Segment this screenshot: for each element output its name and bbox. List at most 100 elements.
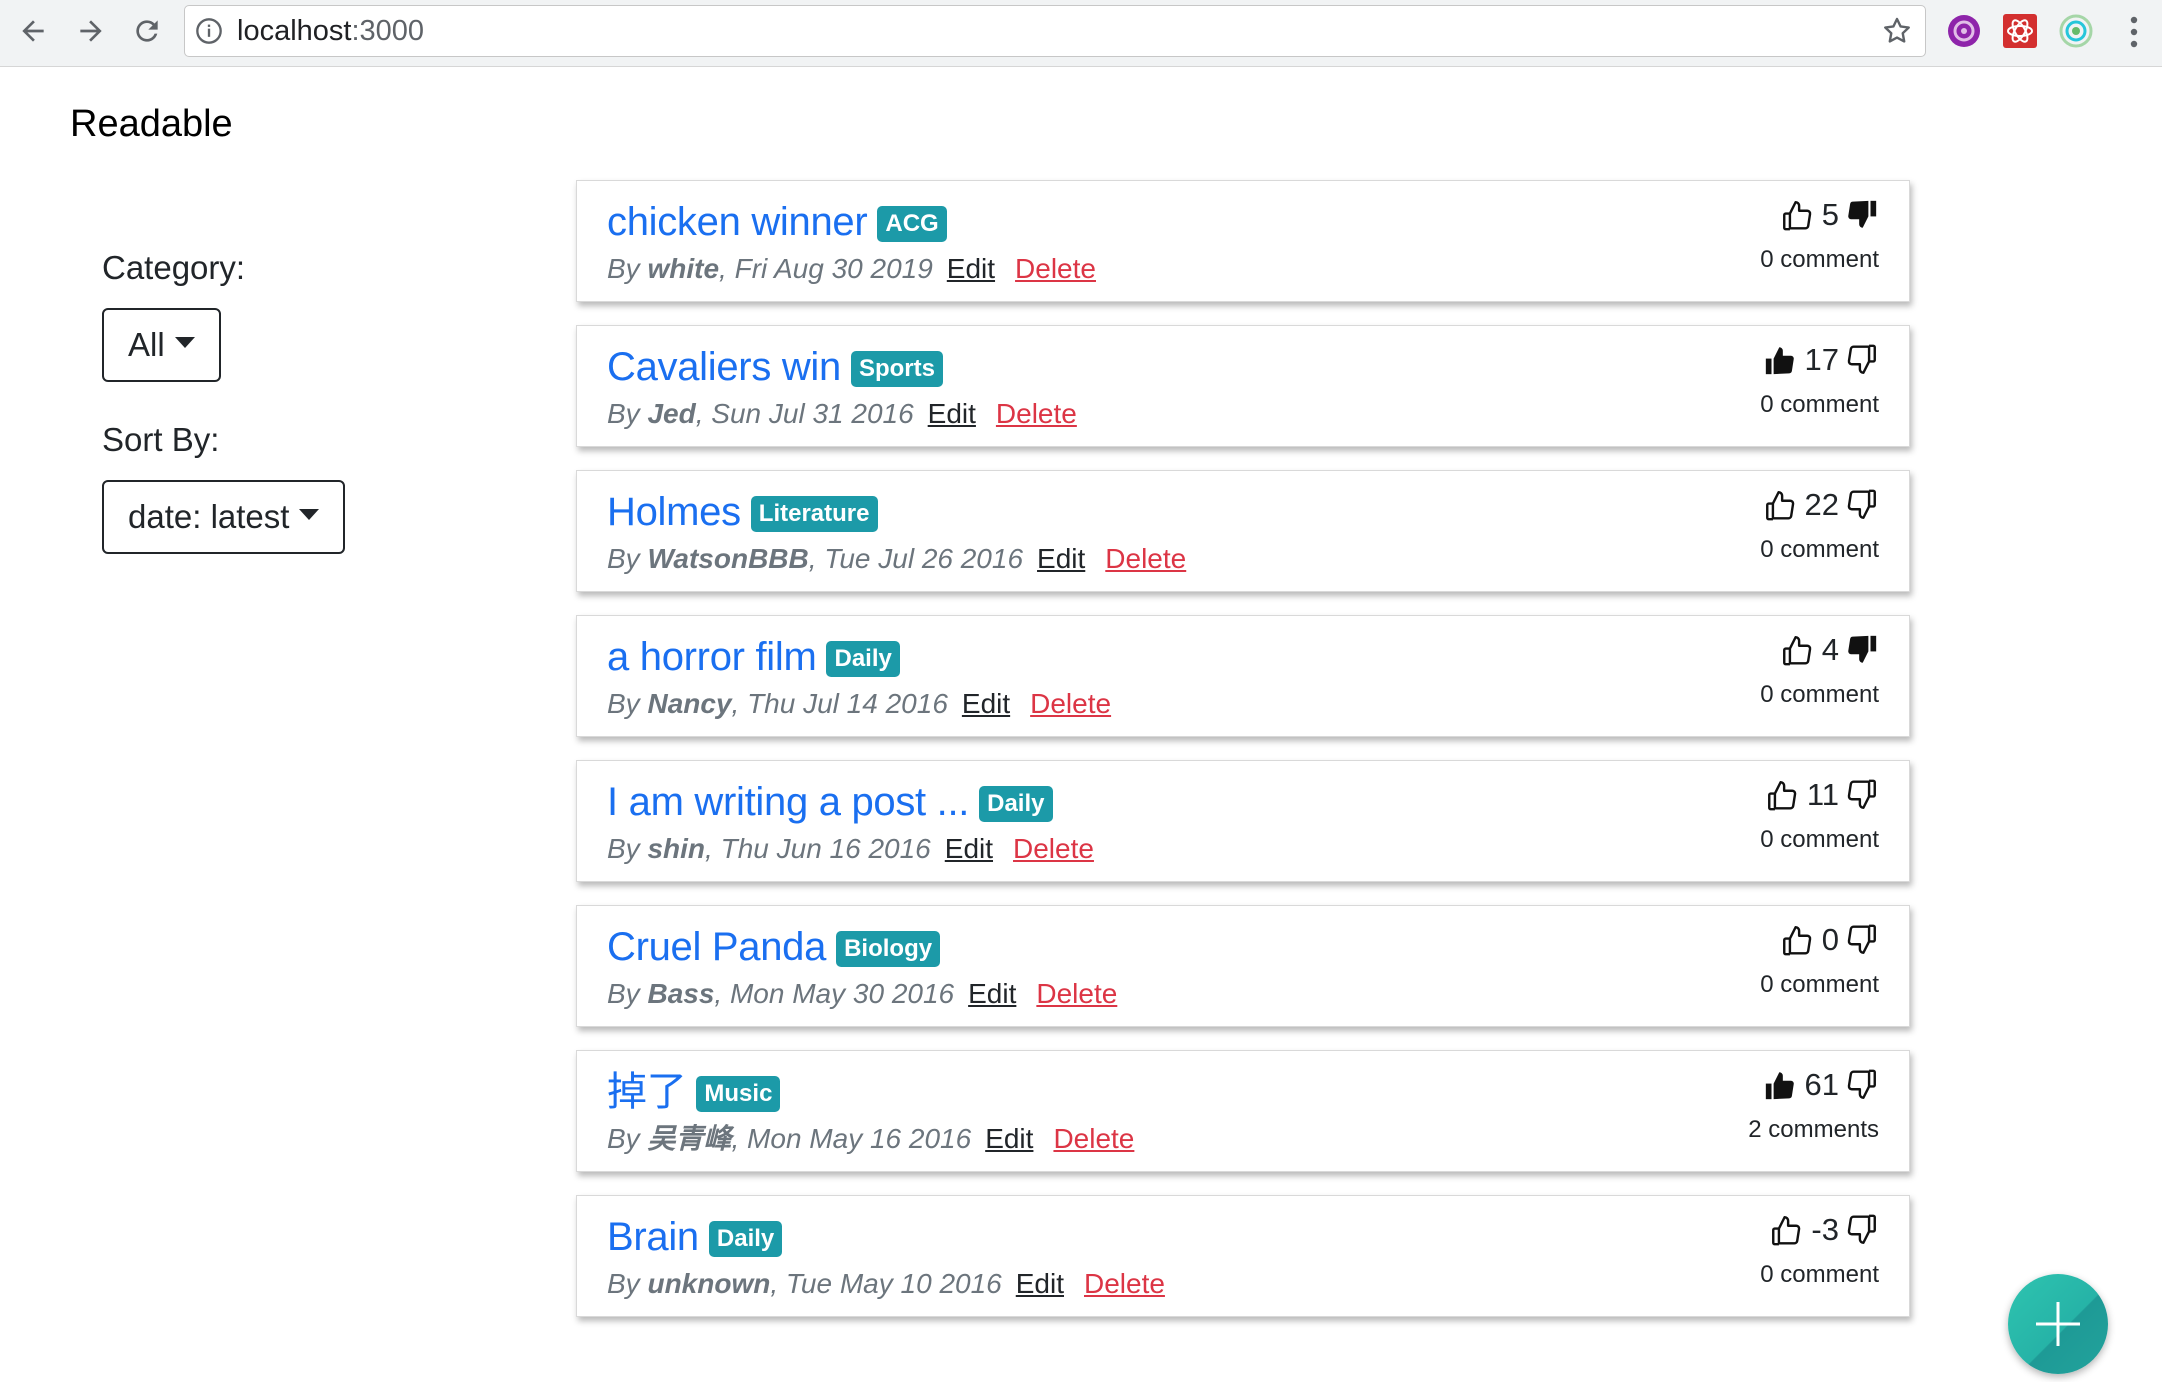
thumbs-down-icon[interactable] <box>1845 923 1879 957</box>
extension-green-icon[interactable] <box>2058 13 2094 49</box>
thumbs-up-icon[interactable] <box>1780 633 1814 667</box>
thumbs-up-icon[interactable] <box>1769 1213 1803 1247</box>
post-card: chicken winner ACG By white, Fri Aug 30 … <box>576 180 1910 302</box>
vote-control: 17 <box>1763 340 1879 380</box>
back-button[interactable] <box>8 6 58 56</box>
delete-link[interactable]: Delete <box>1013 833 1094 864</box>
category-badge: Music <box>696 1076 781 1112</box>
delete-link[interactable]: Delete <box>1030 688 1111 719</box>
category-badge: Daily <box>708 1221 783 1257</box>
post-title-link[interactable]: Cavaliers win <box>607 342 841 392</box>
delete-link[interactable]: Delete <box>996 398 1077 429</box>
edit-link[interactable]: Edit <box>968 978 1016 1009</box>
thumbs-up-icon[interactable] <box>1763 488 1797 522</box>
vote-score: 17 <box>1804 342 1839 377</box>
vote-score: 4 <box>1821 632 1839 667</box>
post-title-row: 掉了 Music <box>607 1067 781 1117</box>
post-title-row: Cruel Panda Biology <box>607 922 941 972</box>
category-dropdown[interactable]: All <box>102 308 221 382</box>
edit-link[interactable]: Edit <box>928 398 976 429</box>
post-meta: By 吴青峰, Mon May 16 2016 Edit Delete <box>607 1123 1135 1154</box>
post-author: Bass <box>647 978 715 1009</box>
post-title-link[interactable]: chicken winner <box>607 197 868 247</box>
reload-button[interactable] <box>122 6 172 56</box>
delete-link[interactable]: Delete <box>1105 543 1186 574</box>
thumbs-up-icon[interactable] <box>1780 923 1814 957</box>
add-post-button[interactable] <box>2008 1274 2108 1374</box>
extension-purple-icon[interactable] <box>1946 13 1982 49</box>
edit-link[interactable]: Edit <box>1037 543 1085 574</box>
delete-link[interactable]: Delete <box>1036 978 1117 1009</box>
plus-icon <box>2036 1302 2080 1346</box>
post-title-link[interactable]: Brain <box>607 1212 699 1262</box>
post-title-link[interactable]: Cruel Panda <box>607 922 826 972</box>
post-date: , Tue May 10 2016 <box>770 1268 1002 1299</box>
comment-count: 0 comment <box>1760 536 1879 563</box>
address-bar[interactable]: localhost:3000 <box>184 5 1926 57</box>
post-meta: By shin, Thu Jun 16 2016 Edit Delete <box>607 833 1094 864</box>
post-meta: By Bass, Mon May 30 2016 Edit Delete <box>607 978 1118 1009</box>
post-card: Brain Daily By unknown, Tue May 10 2016 E… <box>576 1195 1910 1317</box>
vote-control: 61 <box>1763 1065 1879 1105</box>
post-card: a horror film Daily By Nancy, Thu Jul 14… <box>576 615 1910 737</box>
category-label: Category: <box>102 249 246 286</box>
vote-control: 4 <box>1780 630 1879 670</box>
post-title-link[interactable]: a horror film <box>607 632 817 682</box>
thumbs-down-icon[interactable] <box>1845 633 1879 667</box>
reload-icon <box>136 20 158 42</box>
thumbs-up-icon[interactable] <box>1780 198 1814 232</box>
category-badge: Literature <box>750 496 878 532</box>
vote-control: 0 <box>1780 920 1879 960</box>
category-dropdown-value: All <box>128 326 165 363</box>
edit-link[interactable]: Edit <box>985 1123 1033 1154</box>
thumbs-down-icon[interactable] <box>1845 488 1879 522</box>
comment-count: 2 comments <box>1748 1116 1879 1143</box>
sort-label: Sort By: <box>102 421 220 458</box>
vote-control: 5 <box>1780 195 1879 235</box>
thumbs-up-icon[interactable] <box>1763 343 1797 377</box>
bookmark-star-icon[interactable] <box>1881 15 1913 47</box>
post-author: Nancy <box>647 688 732 719</box>
thumbs-down-icon[interactable] <box>1845 1068 1879 1102</box>
post-date: , Mon May 30 2016 <box>714 978 955 1009</box>
post-title-row: a horror film Daily <box>607 632 900 682</box>
extension-redux-icon[interactable] <box>2002 13 2038 49</box>
delete-link[interactable]: Delete <box>1053 1123 1134 1154</box>
post-title-row: Cavaliers win Sports <box>607 342 943 392</box>
post-title-link[interactable]: I am writing a post ... <box>607 777 969 827</box>
delete-link[interactable]: Delete <box>1015 253 1096 284</box>
edit-link[interactable]: Edit <box>945 833 993 864</box>
post-title-row: Brain Daily <box>607 1212 783 1262</box>
vote-score: 11 <box>1806 777 1839 812</box>
thumbs-up-icon[interactable] <box>1765 778 1799 812</box>
comment-count: 0 comment <box>1760 971 1879 998</box>
url-text: localhost:3000 <box>237 15 425 47</box>
vote-control: -3 <box>1769 1210 1879 1250</box>
post-card: Cavaliers win Sports By Jed, Sun Jul 31 … <box>576 325 1910 447</box>
forward-button[interactable] <box>66 6 116 56</box>
thumbs-up-icon[interactable] <box>1763 1068 1797 1102</box>
post-meta: By Jed, Sun Jul 31 2016 Edit Delete <box>607 398 1077 429</box>
post-date: , Thu Jun 16 2016 <box>705 833 931 864</box>
thumbs-down-icon[interactable] <box>1845 778 1879 812</box>
thumbs-down-icon[interactable] <box>1845 343 1879 377</box>
sort-dropdown[interactable]: date: latest <box>102 480 346 554</box>
edit-link[interactable]: Edit <box>962 688 1010 719</box>
thumbs-down-icon[interactable] <box>1845 198 1879 232</box>
edit-link[interactable]: Edit <box>947 253 995 284</box>
vote-score: 61 <box>1804 1067 1839 1102</box>
post-date: , Fri Aug 30 2019 <box>719 253 933 284</box>
post-author: shin <box>647 833 706 864</box>
menu-dots-icon[interactable] <box>2120 12 2148 52</box>
post-meta: By white, Fri Aug 30 2019 Edit Delete <box>607 253 1096 284</box>
post-title-link[interactable]: Holmes <box>607 487 741 537</box>
post-author: white <box>647 253 720 284</box>
sort-dropdown-value: date: latest <box>128 498 290 535</box>
thumbs-down-icon[interactable] <box>1845 1213 1879 1247</box>
edit-link[interactable]: Edit <box>1016 1268 1064 1299</box>
delete-link[interactable]: Delete <box>1084 1268 1165 1299</box>
browser-toolbar: localhost:3000 <box>0 0 2162 67</box>
vote-control: 22 <box>1763 485 1879 525</box>
post-title-link[interactable]: 掉了 <box>607 1067 687 1117</box>
info-icon[interactable] <box>195 17 223 45</box>
